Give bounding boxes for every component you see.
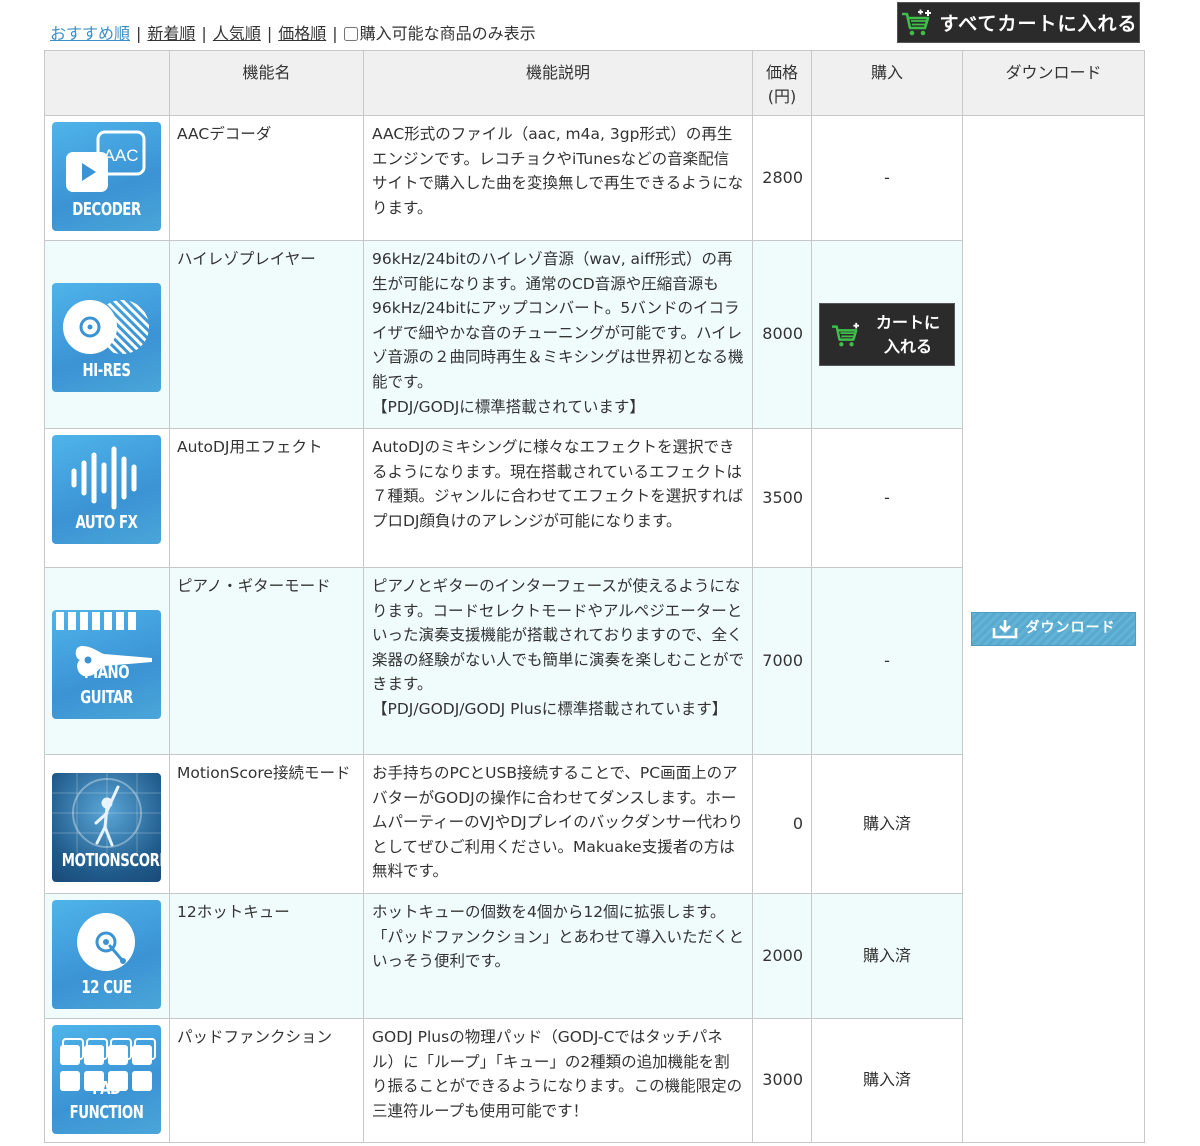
download-label: ダウンロード	[1025, 620, 1116, 637]
table-row: AAC DECODER AACデコーダ AAC形式のファイル（aac, m4a,…	[44, 115, 1145, 1143]
column-header-icon	[44, 50, 170, 116]
sort-separator: |	[201, 24, 207, 43]
feature-price: 3000	[752, 1018, 812, 1143]
feature-price: 8000	[752, 240, 812, 429]
feature-description: 96kHz/24bitのハイレゾ音源（wav, aiff形式）の再生が可能になり…	[372, 250, 744, 391]
feature-price: 3500	[752, 428, 812, 568]
feature-note: 【PDJ/GODJに標準搭載されています】	[372, 397, 645, 416]
column-header-download: ダウンロード	[962, 50, 1145, 116]
sort-bar: おすすめ順 | 新着順 | 人気順 | 価格順 | 購入可能な商品のみ表示	[50, 20, 536, 44]
feature-description: ピアノとギターのインターフェースが使えるようになります。コードセレクトモードやア…	[372, 577, 745, 694]
feature-price: 2000	[752, 893, 812, 1019]
feature-description: ホットキューの個数を4個から12個に拡張します。「パッドファンクション」とあわせ…	[363, 893, 753, 1019]
feature-name: AACデコーダ	[169, 115, 364, 241]
column-header-buy: 購入	[811, 50, 963, 116]
sort-separator: |	[136, 24, 142, 43]
icon-caption: 12 CUE	[81, 977, 132, 999]
hi-res-app-icon: HI-RES	[52, 283, 161, 392]
column-header-price: 価格(円)	[752, 50, 812, 116]
sort-newest-link[interactable]: 新着順	[147, 24, 195, 43]
feature-name: AutoDJ用エフェクト	[169, 428, 364, 568]
feature-description-cell: 96kHz/24bitのハイレゾ音源（wav, aiff形式）の再生が可能になり…	[363, 240, 753, 429]
buy-status: 購入済	[811, 1018, 963, 1143]
feature-price: 7000	[752, 567, 812, 755]
feature-name: 12ホットキュー	[169, 893, 364, 1019]
buy-cell: カートに入れる	[811, 240, 963, 429]
sort-recommended-link[interactable]: おすすめ順	[50, 24, 130, 43]
feature-description: お手持ちのPCとUSB接続することで、PC画面上のアバターがGODJの操作に合わ…	[363, 754, 753, 894]
pad-function-app-icon: PAD FUNCTION	[52, 1025, 161, 1134]
feature-name: ハイレゾプレイヤー	[169, 240, 364, 429]
column-header-name: 機能名	[169, 50, 364, 116]
purchasable-only-checkbox[interactable]	[343, 27, 358, 41]
sort-separator: |	[332, 24, 338, 43]
svg-text:AAC: AAC	[104, 146, 139, 165]
purchasable-only-label: 購入可能な商品のみ表示	[359, 24, 536, 43]
sort-price-link[interactable]: 価格順	[278, 24, 326, 43]
buy-status: -	[811, 567, 963, 755]
add-all-to-cart-button[interactable]: すべてカートに入れる	[897, 2, 1140, 43]
icon-caption: HI-RES	[82, 360, 131, 382]
feature-price: 0	[752, 754, 812, 894]
buy-status: 購入済	[811, 754, 963, 894]
feature-name: ピアノ・ギターモード	[169, 567, 364, 755]
icon-caption: AUTO FX	[75, 512, 138, 534]
icon-caption: PIANO GUITAR	[80, 662, 133, 708]
column-header-description: 機能説明	[363, 50, 753, 116]
feature-description: AutoDJのミキシングに様々なエフェクトを選択できるようになります。現在搭載さ…	[363, 428, 753, 568]
table-header-row: 機能名 機能説明 価格(円) 購入 ダウンロード	[44, 50, 1145, 116]
feature-note: 【PDJ/GODJ/GODJ Plusに標準搭載されています】	[372, 699, 728, 718]
add-to-cart-label: カートに入れる	[875, 312, 940, 356]
sort-separator: |	[266, 24, 273, 43]
feature-name: パッドファンクション	[169, 1018, 364, 1143]
motionscore-app-icon: MOTIONSCORE	[52, 772, 161, 882]
download-cell: ダウンロード	[962, 115, 1145, 1143]
shopping-cart-plus-icon	[832, 322, 859, 346]
download-button[interactable]: ダウンロード	[971, 611, 1136, 646]
icon-caption: PAD FUNCTION	[69, 1077, 144, 1124]
feature-name: MotionScore接続モード	[169, 754, 364, 894]
decoder-app-icon: AAC DECODER	[52, 122, 161, 231]
icon-caption: DECODER	[72, 199, 141, 221]
auto-fx-app-icon: AUTO FX	[52, 435, 161, 544]
add-all-to-cart-label: すべてカートに入れる	[939, 13, 1138, 35]
feature-description: AAC形式のファイル（aac, m4a, 3gp形式）の再生エンジンです。レコチ…	[363, 115, 753, 241]
add-to-cart-button[interactable]: カートに入れる	[819, 303, 955, 366]
piano-guitar-app-icon: PIANO GUITAR	[52, 609, 161, 719]
download-tray-icon	[992, 619, 1017, 639]
buy-status: -	[811, 115, 963, 241]
buy-status: 購入済	[811, 893, 963, 1019]
sort-popular-link[interactable]: 人気順	[213, 24, 261, 43]
12-cue-app-icon: 12 CUE	[52, 900, 161, 1009]
purchasable-only-filter[interactable]: 購入可能な商品のみ表示	[343, 24, 536, 43]
shopping-cart-plus-icon	[901, 9, 931, 35]
feature-description-cell: ピアノとギターのインターフェースが使えるようになります。コードセレクトモードやア…	[363, 567, 753, 755]
features-table: 機能名 機能説明 価格(円) 購入 ダウンロード AAC DECODER AAC…	[44, 50, 1145, 1143]
toolbar: おすすめ順 | 新着順 | 人気順 | 価格順 | 購入可能な商品のみ表示 すべてカートに入れる	[50, 0, 1140, 46]
feature-description: GODJ Plusの物理パッド（GODJ-Cではタッチパネル）に「ループ」「キュ…	[363, 1018, 753, 1143]
icon-caption: MOTIONSCORE	[61, 849, 161, 871]
buy-status: -	[811, 428, 963, 568]
feature-price: 2800	[752, 115, 812, 241]
